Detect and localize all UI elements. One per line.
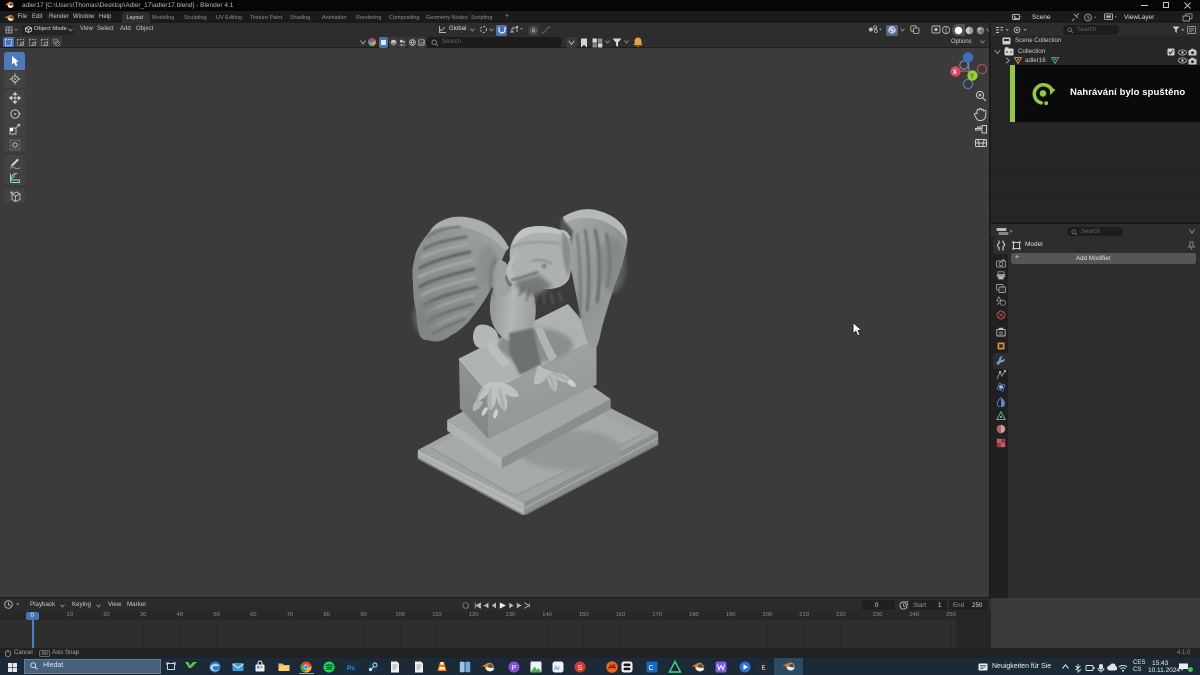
svg-text:Ps: Ps [347, 665, 355, 672]
svg-text:C: C [649, 665, 654, 672]
svg-text:24: 24 [419, 40, 424, 45]
svg-text:Ar: Ar [554, 665, 560, 671]
svg-text:Y: Y [970, 74, 974, 80]
svg-text:X: X [953, 70, 957, 76]
svg-text:P: P [512, 665, 517, 672]
svg-text:E: E [762, 665, 766, 671]
svg-text:S: S [578, 662, 583, 671]
